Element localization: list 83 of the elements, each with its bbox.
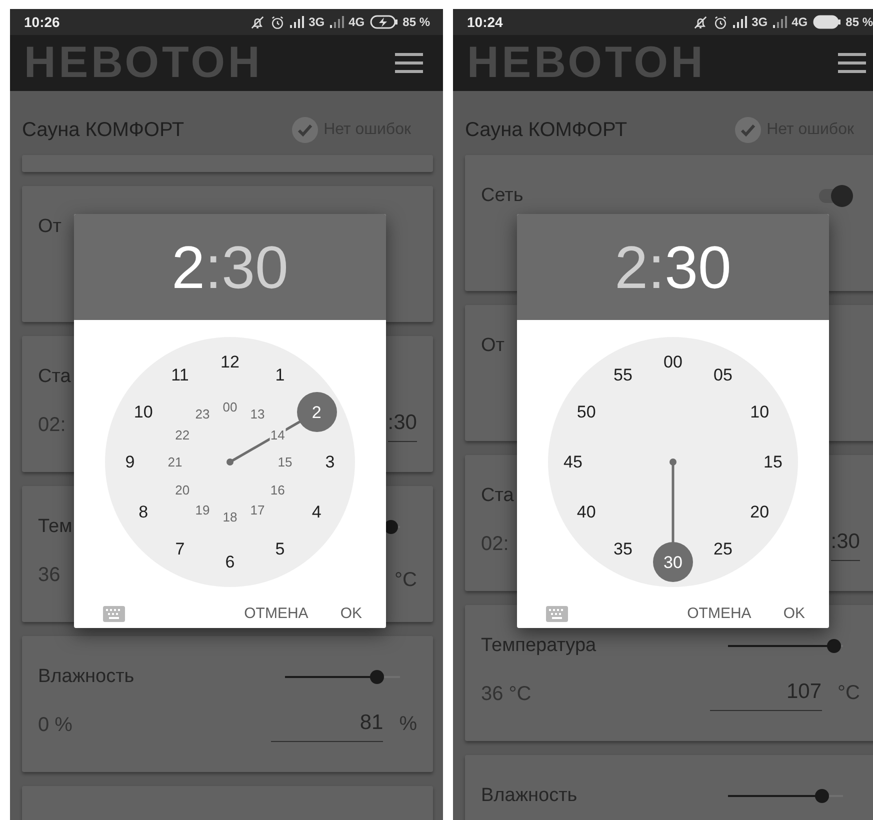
alarm-off-icon [692,14,708,30]
menu-icon[interactable] [395,52,423,74]
clock-number[interactable]: 15 [764,454,782,470]
selected-clock-number[interactable]: 2 [296,392,337,432]
clock-number[interactable]: 15 [276,454,294,470]
clock-number[interactable]: 45 [564,454,582,470]
alarm-clock-icon [270,14,285,30]
slider-thumb[interactable] [815,789,830,803]
network-type: 4G [348,15,365,29]
dialog-button[interactable]: OK [771,597,817,628]
alarm-clock-icon [712,14,728,30]
slider-thumb[interactable] [370,670,384,684]
setting-title: Сеть [481,185,524,207]
clock-number[interactable]: 11 [171,366,189,384]
clock-number[interactable]: 3 [325,454,335,470]
clock-number[interactable]: 13 [249,406,266,422]
check-icon [734,117,761,143]
clock-number[interactable]: 00 [664,354,682,370]
dialog-button[interactable]: OK [328,597,374,628]
network-type: 3G [308,15,325,29]
battery-percent: 85 % [846,15,873,29]
clock-number[interactable]: 8 [138,504,148,520]
menu-icon[interactable] [838,52,866,74]
slider-thumb[interactable] [826,639,841,653]
signal-icon [330,16,344,28]
minute-value[interactable]: 30 [664,232,732,302]
device-title: Сауна КОМФОРТ [22,118,184,142]
hour-value[interactable]: 2 [172,232,205,302]
check-icon [292,117,318,143]
keyboard-icon[interactable] [103,606,125,622]
clock-number[interactable]: 05 [714,366,732,384]
device-title: Сауна КОМФОРТ [465,118,628,142]
clock-number[interactable]: 16 [269,482,286,497]
clock-number[interactable]: 9 [125,454,135,470]
unit-label: % [399,713,417,736]
clock-number[interactable]: 18 [222,510,238,524]
clock-number[interactable]: 50 [576,404,596,420]
clock-number[interactable]: 12 [220,354,240,370]
clock-number[interactable]: 7 [175,540,185,558]
status-time: 10:26 [24,14,60,30]
clock-number[interactable]: 35 [614,540,632,558]
setting-title: От [38,216,62,238]
dialog-button[interactable]: ОТМЕНА [675,597,764,628]
clock-number[interactable]: 23 [194,406,211,422]
network-type: 4G [792,15,808,29]
setting-title: Тем [38,516,72,538]
hour-value[interactable]: 2 [614,232,648,302]
setting-title: Влажность [481,785,578,807]
clock-number[interactable]: 5 [275,540,285,558]
battery-percent: 85 % [402,15,430,29]
clock-number[interactable]: 00 [222,400,238,414]
clock-number[interactable]: 14 [269,427,286,442]
toggle-switch[interactable] [817,184,853,208]
setting-title: Ста [481,485,514,507]
clock-number[interactable]: 20 [750,504,770,520]
setting-title: Влажность [38,666,134,688]
clock-number[interactable]: 6 [225,554,235,570]
clock-number[interactable]: 10 [134,404,153,420]
clock-number[interactable]: 4 [312,504,322,520]
clock-number[interactable]: 25 [714,540,732,558]
signal-icon [772,16,787,28]
clock-number[interactable]: 55 [614,366,632,384]
status-time: 10:24 [467,14,503,30]
clock-number[interactable]: 19 [194,502,211,518]
selected-clock-number[interactable]: 30 [653,542,693,582]
signal-icon [290,16,304,28]
clock-number[interactable]: 1 [275,366,285,384]
setting-title: Температура [481,635,596,657]
clock-number[interactable]: 20 [174,482,191,497]
minute-value[interactable]: 30 [222,232,288,302]
signal-icon [732,16,747,28]
clock-number[interactable]: 21 [166,454,184,470]
clock-number[interactable]: 10 [750,404,770,420]
clock-number[interactable]: 40 [576,504,596,520]
keyboard-icon[interactable] [546,606,568,622]
dialog-button[interactable]: ОТМЕНА [232,597,320,628]
time-separator: : [204,232,222,302]
time-separator: : [648,232,665,302]
clock-number[interactable]: 22 [174,427,191,442]
setting-title: От [481,335,504,357]
alarm-off-icon [250,14,265,30]
setting-title: Ста [38,366,71,388]
network-type: 3G [752,15,768,29]
